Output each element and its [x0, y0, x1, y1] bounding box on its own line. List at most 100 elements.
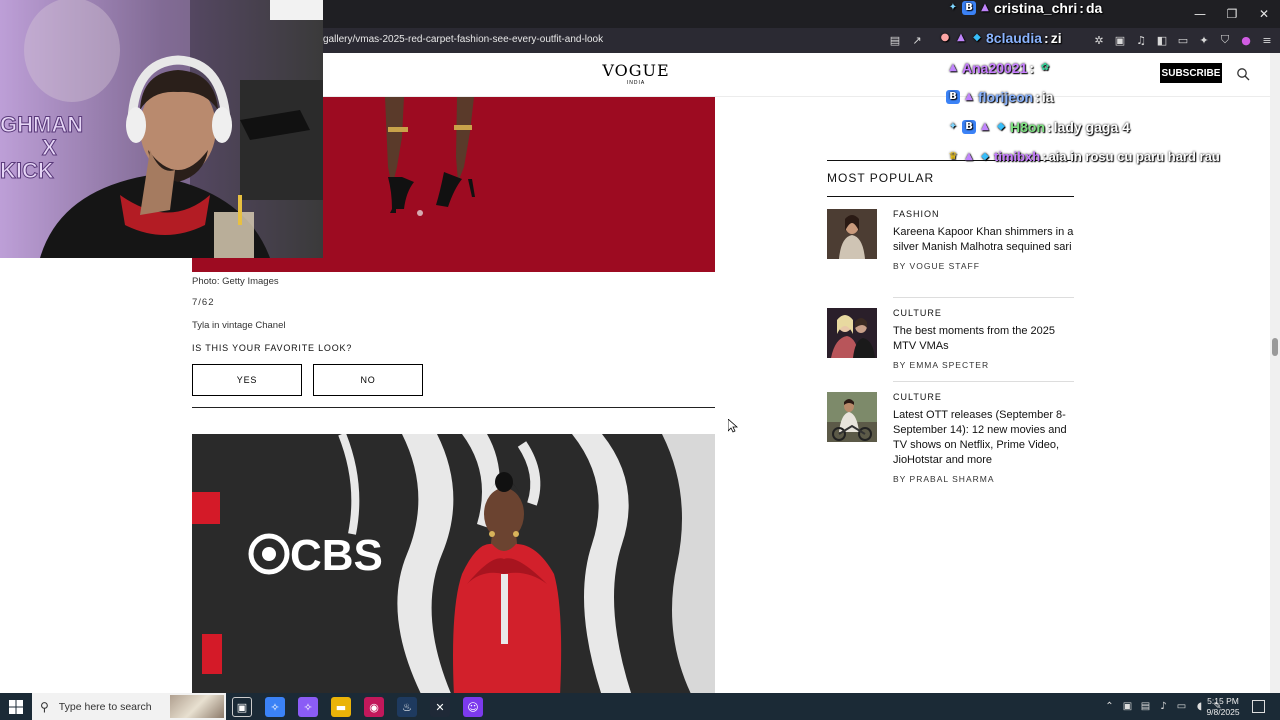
article-title[interactable]: Latest OTT releases (September 8-Septemb…	[893, 408, 1074, 468]
blue-badge-icon: B	[962, 120, 976, 134]
cube-badge-icon: ◆	[981, 150, 989, 162]
sword-badge-icon: ✦	[948, 2, 958, 13]
chat-separator: :	[1047, 119, 1052, 135]
chat-username[interactable]: H8on	[1010, 119, 1045, 135]
article-thumbnail[interactable]	[827, 308, 877, 358]
blue-badge-icon: B	[946, 90, 960, 104]
gallery-divider	[192, 407, 715, 408]
chat-text: zi	[1050, 30, 1062, 46]
article-category[interactable]: CULTURE	[893, 308, 1074, 318]
yes-button[interactable]: YES	[192, 364, 302, 396]
volume-icon[interactable]: ♪	[1157, 699, 1170, 713]
article-byline: BY PRABAL SHARMA	[893, 474, 995, 484]
chat-separator: :	[1035, 89, 1040, 105]
chat-message: B ▲ florijeon: ia	[946, 89, 1054, 105]
chat-message: ✦ B ▲ ◆ H8on: lady gaga 4	[946, 119, 1130, 135]
article-thumbnail[interactable]	[827, 209, 877, 259]
windows-start-icon[interactable]	[9, 700, 23, 714]
photo-credit: Photo: Getty Images	[192, 276, 279, 287]
article-thumbnail[interactable]	[827, 392, 877, 442]
popular-article[interactable]: FASHION Kareena Kapoor Khan shimmers in …	[827, 209, 1074, 289]
network-icon[interactable]: ▭	[1175, 699, 1188, 713]
chat-text: da	[1085, 0, 1103, 16]
chat-separator: :	[1044, 30, 1049, 46]
scrollbar-thumb[interactable]	[1272, 338, 1278, 356]
article-text: CULTURE Latest OTT releases (September 8…	[893, 392, 1074, 484]
chat-separator: :	[1042, 149, 1047, 164]
vma-moment-thumbnail	[827, 308, 877, 358]
article-byline: BY VOGUE STAFF	[893, 261, 980, 271]
chat-username[interactable]: florijeon	[978, 89, 1033, 105]
chat-text: aia in rosu cu paru hard rau	[1048, 149, 1220, 164]
hat-badge-icon: ▲	[965, 91, 973, 102]
chat-text: ia	[1041, 89, 1054, 105]
webcam-overlay-text: GHMAN	[0, 112, 83, 137]
steam-icon[interactable]: ♨	[397, 697, 417, 717]
article-title[interactable]: The best moments from the 2025 MTV VMAs	[893, 324, 1074, 354]
article-text: FASHION Kareena Kapoor Khan shimmers in …	[893, 209, 1074, 271]
task-view-icon[interactable]: ▣	[232, 697, 252, 717]
chat-message: ● ▲ ◆ 8claudia: zi	[938, 30, 1062, 46]
webcam-overlay-text: KICK	[0, 158, 54, 183]
hat-badge-icon: ▲	[965, 150, 973, 162]
chat-message: ✦ B ▲ cristina_chri: da	[946, 0, 1102, 16]
article-text: CULTURE The best moments from the 2025 M…	[893, 308, 1074, 370]
address-bar[interactable]: gallery/vmas-2025-red-carpet-fashion-see…	[323, 34, 603, 45]
stream-chat-overlay: ✦ B ▲ cristina_chri: da ● ▲ ◆ 8claudia: …	[941, 0, 1280, 170]
logo-wordmark: VOGUE	[602, 61, 670, 80]
tray-app-icon[interactable]: ▤	[1139, 699, 1152, 713]
article-category[interactable]: FASHION	[893, 209, 1074, 219]
copilot-icon[interactable]: ✧	[298, 697, 318, 717]
chat-separator: :	[1079, 0, 1084, 16]
browser-icon[interactable]: ◉	[364, 697, 384, 717]
chat-username[interactable]: cristina_chri	[994, 0, 1077, 16]
tray-overflow-icon[interactable]: ⌃	[1103, 699, 1116, 713]
popular-article[interactable]: CULTURE The best moments from the 2025 M…	[827, 308, 1074, 378]
share-icon[interactable]: ↗	[910, 32, 924, 48]
vogue-logo[interactable]: VOGUE INDIA	[598, 61, 674, 87]
search-highlight-image	[170, 695, 224, 718]
article-divider	[893, 381, 1074, 382]
most-popular-heading: MOST POPULAR	[827, 171, 935, 185]
red-hood-outfit-image: CBS	[192, 434, 715, 693]
chat-username[interactable]: Ana20021	[962, 60, 1027, 76]
taskbar-apps: ▣ ✧ ✧ ▬ ◉ ♨ ✕ ☺	[232, 697, 483, 717]
tray-app-icon[interactable]: ▣	[1121, 699, 1134, 713]
taskbar-search-input[interactable]	[58, 700, 179, 713]
cube-badge-icon: ◆	[973, 32, 981, 43]
emote-icon: ✿	[1040, 62, 1050, 73]
mouse-cursor-icon	[728, 419, 738, 433]
notification-icon[interactable]	[1252, 700, 1265, 713]
silver-sari-thumbnail	[827, 209, 877, 259]
copilot-icon[interactable]: ✧	[265, 697, 285, 717]
reader-view-icon[interactable]: ▤	[888, 32, 902, 48]
hat-badge-icon: ▲	[981, 2, 989, 13]
no-button[interactable]: NO	[313, 364, 423, 396]
chat-username[interactable]: 8claudia	[986, 30, 1042, 46]
chat-username[interactable]: timibxh	[994, 149, 1040, 164]
excel-icon[interactable]: ✕	[430, 697, 450, 717]
blue-badge-icon: B	[962, 1, 976, 15]
discord-icon[interactable]: ☺	[463, 697, 483, 717]
article-category[interactable]: CULTURE	[893, 392, 1074, 402]
webcam-overlay-text: X	[42, 135, 57, 160]
windows-taskbar: ⚲ ▣ ✧ ✧ ▬ ◉ ♨ ✕ ☺ ⌃ ▣ ▤ ♪ ▭ ◖ ✎ 5:15 PM …	[0, 693, 1280, 720]
gallery-counter: 7/62	[192, 297, 215, 308]
hat-badge-icon: ▲	[957, 32, 965, 43]
gallery-photo-next[interactable]: CBS	[192, 434, 715, 693]
chat-message: ▲ Ana20021: ✿	[946, 60, 1052, 76]
favorite-look-question: IS THIS YOUR FAVORITE LOOK?	[192, 343, 353, 353]
clock-date: 9/8/2025	[1206, 707, 1240, 717]
address-bar-actions: ▤ ↗	[888, 32, 924, 48]
crown-badge-icon: ♛	[948, 150, 958, 162]
file-explorer-icon[interactable]: ▬	[331, 697, 351, 717]
taskbar-clock[interactable]: 5:15 PM 9/8/2025	[1200, 696, 1246, 718]
clock-time: 5:15 PM	[1207, 696, 1239, 706]
chat-separator: :	[1029, 60, 1035, 76]
cbs-logo-text: CBS	[290, 531, 383, 580]
popular-article[interactable]: CULTURE Latest OTT releases (September 8…	[827, 392, 1074, 492]
popular-heading-rule	[827, 196, 1074, 197]
chat-text: lady gaga 4	[1053, 119, 1130, 135]
article-title[interactable]: Kareena Kapoor Khan shimmers in a silver…	[893, 225, 1074, 255]
ott-releases-thumbnail	[827, 392, 877, 442]
